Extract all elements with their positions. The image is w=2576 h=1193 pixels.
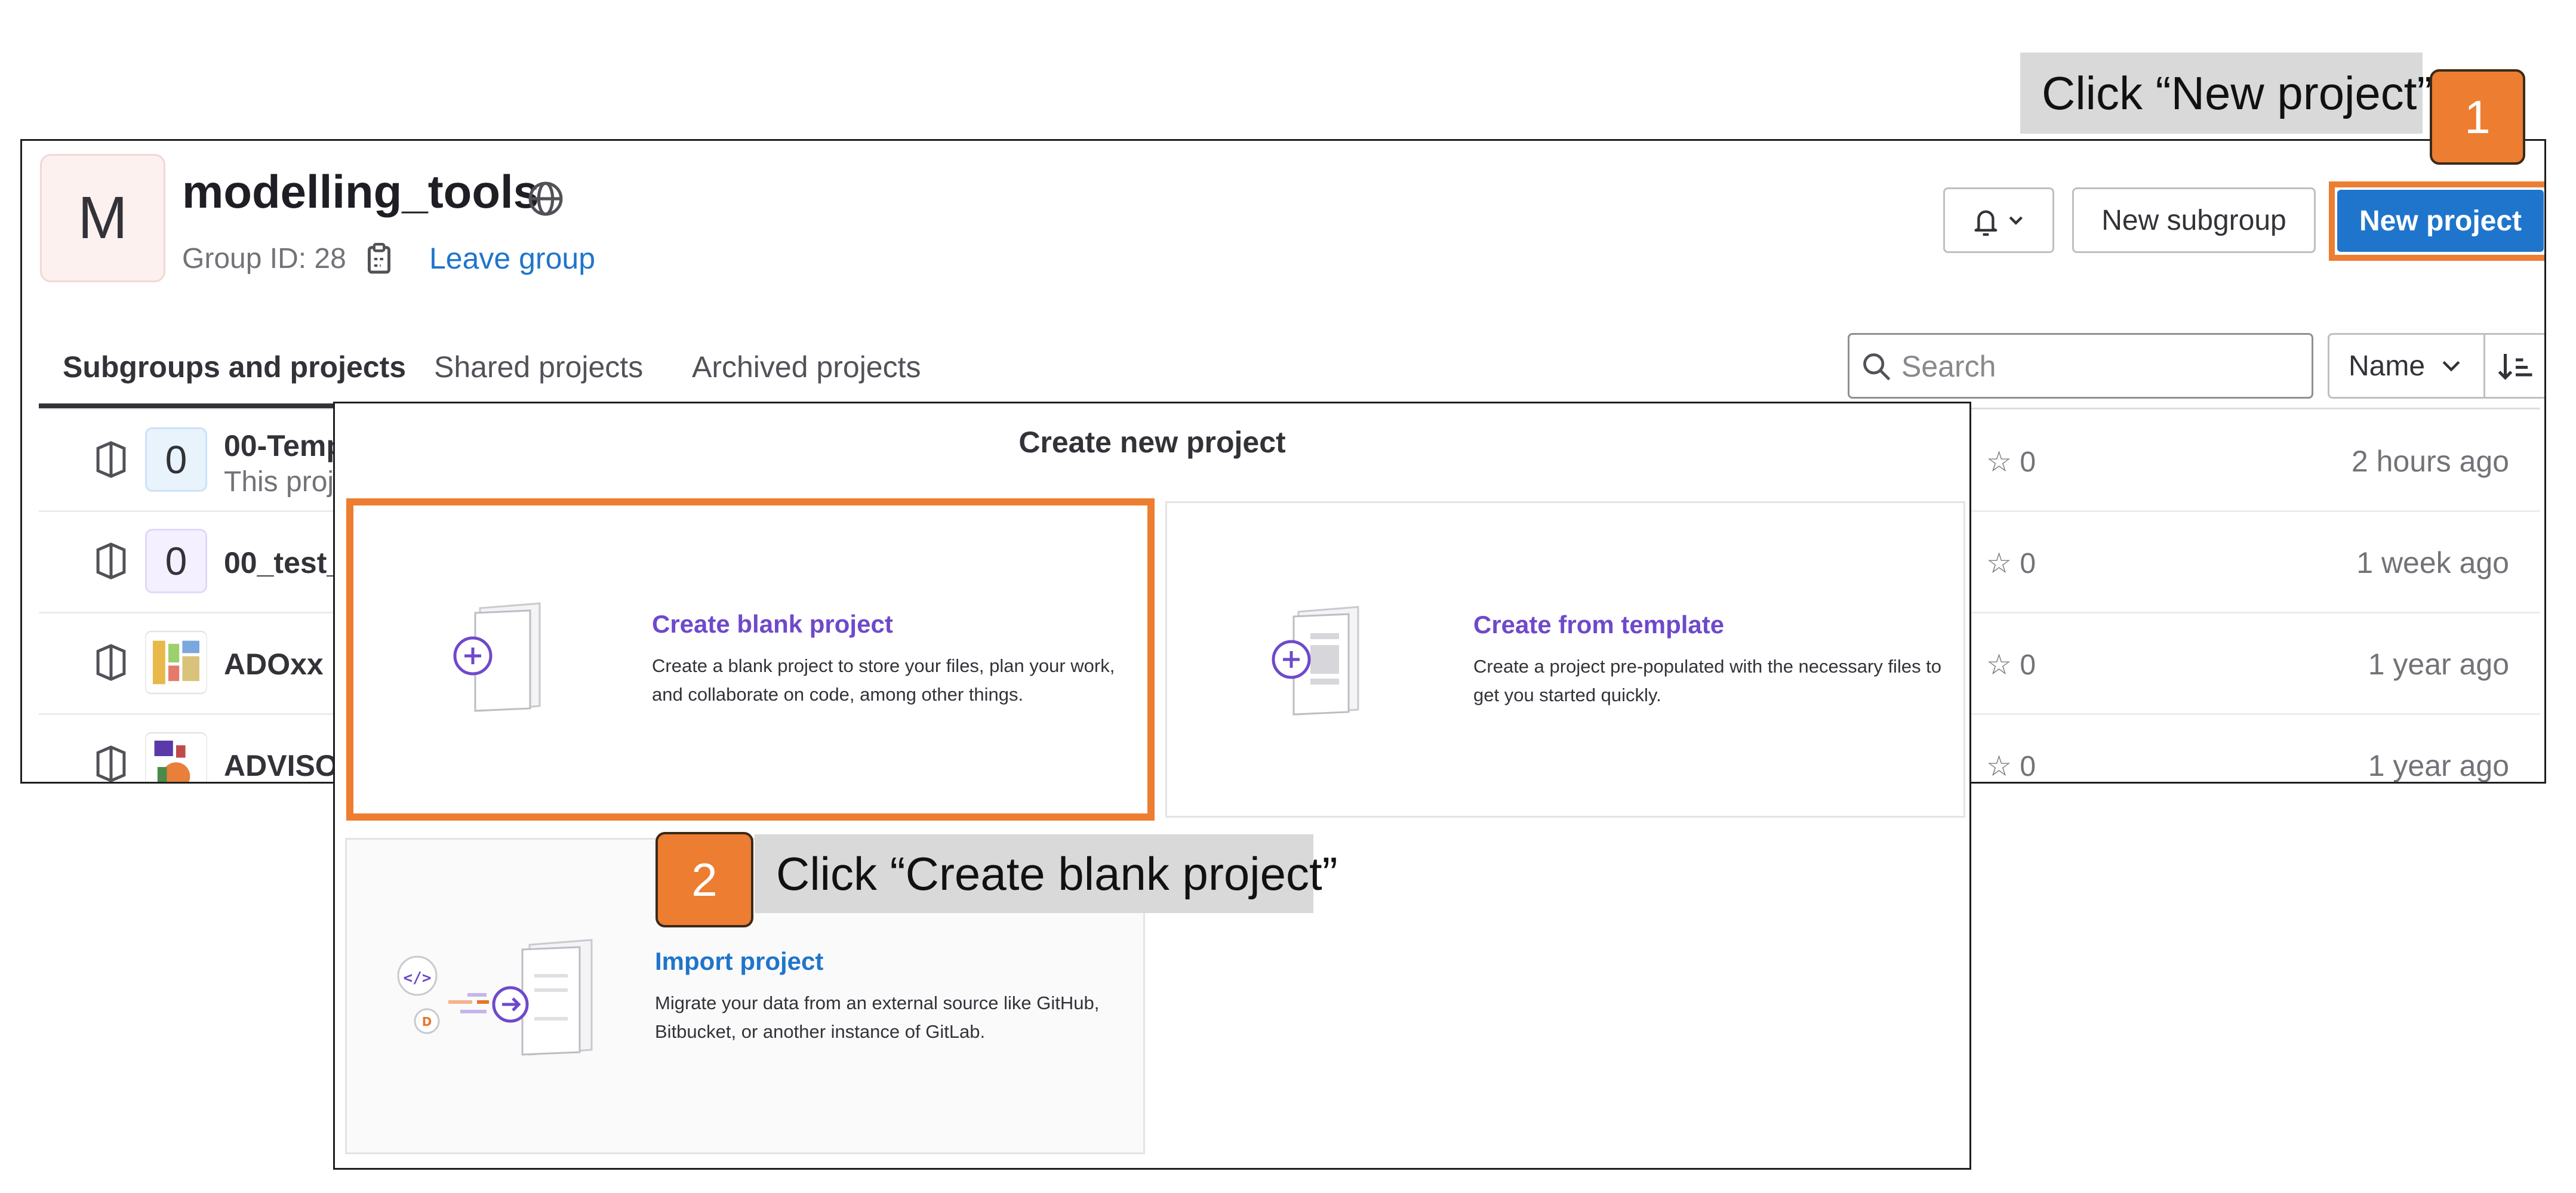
group-avatar: M (40, 154, 165, 282)
project-avatar-image (145, 630, 207, 695)
star-count: ☆ 0 (1986, 446, 2036, 478)
sort-direction-button[interactable] (2483, 333, 2544, 399)
star-count: ☆ 0 (1986, 649, 2036, 681)
updated-time: 1 year ago (2368, 749, 2509, 782)
new-subgroup-button[interactable]: New subgroup (2072, 187, 2316, 253)
step2-badge: 2 (655, 832, 753, 927)
new-project-button[interactable]: New project (2337, 190, 2544, 252)
chevron-down-icon (2442, 361, 2460, 372)
star-icon: ☆ (1986, 751, 2020, 782)
project-icon (96, 644, 126, 681)
project-description: This proje (224, 466, 350, 498)
create-from-template-card[interactable]: Create from template Create a project pr… (1165, 501, 1965, 818)
chevron-down-icon (2009, 216, 2023, 225)
star-icon: ☆ (1986, 446, 2020, 478)
notification-settings-button[interactable] (1943, 187, 2054, 253)
group-id: Group ID: 28 (182, 243, 346, 275)
card-description: Create a project pre-populated with the … (1473, 656, 1942, 705)
step2-instruction: Click “Create blank project” (755, 834, 1338, 913)
sort-ascending-icon (2498, 354, 2532, 380)
card-title: Create blank project (652, 610, 893, 638)
star-icon: ☆ (1986, 548, 2020, 579)
tab-archived-projects[interactable]: Archived projects (692, 350, 921, 384)
card-title: Import project (655, 947, 824, 975)
bell-icon (1974, 210, 2023, 236)
copy-id-icon[interactable] (366, 242, 392, 276)
step1-badge: 1 (2430, 69, 2525, 165)
svg-text:</>: </> (404, 969, 432, 987)
card-title: Create from template (1473, 611, 1725, 639)
create-blank-project-card[interactable]: Create blank project Create a blank proj… (353, 505, 1147, 813)
updated-time: 1 week ago (2356, 546, 2509, 579)
updated-time: 2 hours ago (2351, 445, 2509, 478)
step1-instruction: Click “New project” (2020, 53, 2432, 134)
search-input[interactable] (1900, 344, 2297, 389)
group-title: modelling_tools (182, 165, 540, 218)
updated-time: 1 year ago (2368, 648, 2509, 681)
sort-field-label: Name (2348, 350, 2426, 382)
project-icon (96, 441, 126, 478)
import-illustration-icon: </> D (397, 939, 593, 1056)
star-icon: ☆ (1986, 649, 2020, 681)
globe-icon (528, 181, 563, 216)
sort-field-dropdown[interactable]: Name (2328, 333, 2485, 399)
tab-shared-projects[interactable]: Shared projects (434, 350, 643, 384)
tab-subgroups-and-projects[interactable]: Subgroups and projects (63, 350, 406, 384)
search-icon (1863, 353, 1891, 381)
project-avatar: 0 (145, 427, 207, 492)
project-icon (96, 542, 126, 579)
blank-project-illustration-icon (453, 602, 541, 712)
star-count: ☆ 0 (1986, 548, 2036, 579)
star-count: ☆ 0 (1986, 751, 2036, 782)
svg-text:D: D (422, 1015, 432, 1029)
dialog-title: Create new project (1018, 426, 1286, 459)
template-illustration-icon (1272, 606, 1359, 716)
project-avatar-image (145, 732, 207, 782)
card-description: Create a blank project to store your fil… (652, 655, 1115, 705)
project-avatar: 0 (145, 529, 207, 593)
project-icon (96, 745, 126, 782)
card-description: Migrate your data from an external sourc… (655, 992, 1100, 1042)
leave-group-link[interactable]: Leave group (429, 241, 595, 276)
